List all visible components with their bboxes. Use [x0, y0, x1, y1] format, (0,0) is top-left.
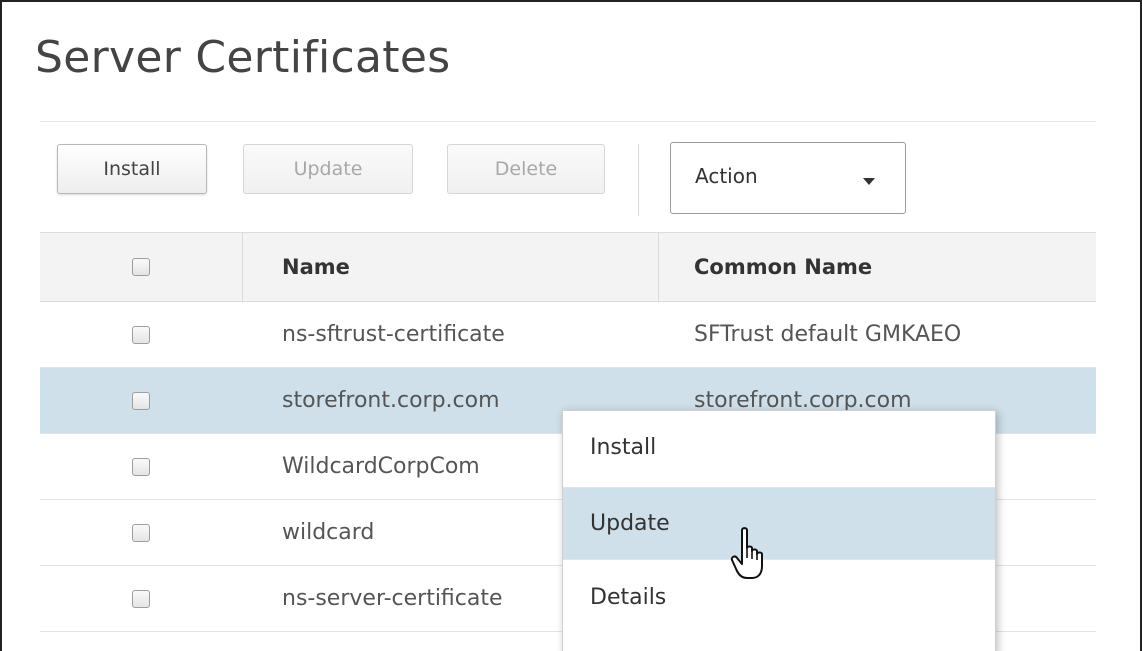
- column-separator: [658, 233, 659, 301]
- row-checkbox-cell: [40, 566, 242, 631]
- install-button[interactable]: Install: [57, 144, 207, 194]
- delete-button[interactable]: Delete: [447, 144, 605, 194]
- table-header-row: Name Common Name: [40, 232, 1096, 302]
- row-checkbox[interactable]: [132, 391, 150, 410]
- row-checkbox[interactable]: [132, 589, 150, 608]
- column-header-name[interactable]: Name: [282, 233, 350, 301]
- row-checkbox-cell: [40, 434, 242, 499]
- toolbar: Install Update Delete Action: [40, 121, 1096, 234]
- toolbar-separator: [638, 144, 639, 216]
- menu-item-update[interactable]: Update: [563, 487, 995, 560]
- column-header-common-name[interactable]: Common Name: [694, 233, 872, 301]
- select-all-checkbox[interactable]: [132, 258, 150, 276]
- app-frame: Server Certificates Install Update Delet…: [0, 0, 1142, 651]
- context-menu: Install Update Details: [562, 410, 996, 651]
- menu-item-install[interactable]: Install: [563, 411, 995, 484]
- column-separator: [242, 233, 243, 301]
- row-name: wildcard: [282, 520, 375, 545]
- row-name: storefront.corp.com: [282, 388, 500, 413]
- action-select-label: Action: [695, 164, 758, 188]
- row-name: ns-sftrust-certificate: [282, 322, 505, 347]
- header-checkbox-cell: [40, 233, 242, 301]
- row-checkbox-cell: [40, 302, 242, 367]
- row-checkbox[interactable]: [132, 325, 150, 344]
- row-checkbox[interactable]: [132, 523, 150, 542]
- table-row[interactable]: ns-sftrust-certificate SFTrust default G…: [40, 302, 1096, 368]
- chevron-down-icon: [863, 178, 875, 185]
- row-name: WildcardCorpCom: [282, 454, 480, 479]
- page-title: Server Certificates: [35, 32, 451, 83]
- row-checkbox-cell: [40, 500, 242, 565]
- row-common-name: SFTrust default GMKAEO: [694, 322, 962, 347]
- update-button[interactable]: Update: [243, 144, 413, 194]
- row-name: ns-server-certificate: [282, 586, 503, 611]
- hand-cursor-icon: [730, 527, 763, 579]
- row-checkbox-cell: [40, 368, 242, 433]
- menu-item-details[interactable]: Details: [563, 561, 995, 634]
- row-checkbox[interactable]: [132, 457, 150, 476]
- action-select[interactable]: Action: [670, 142, 906, 214]
